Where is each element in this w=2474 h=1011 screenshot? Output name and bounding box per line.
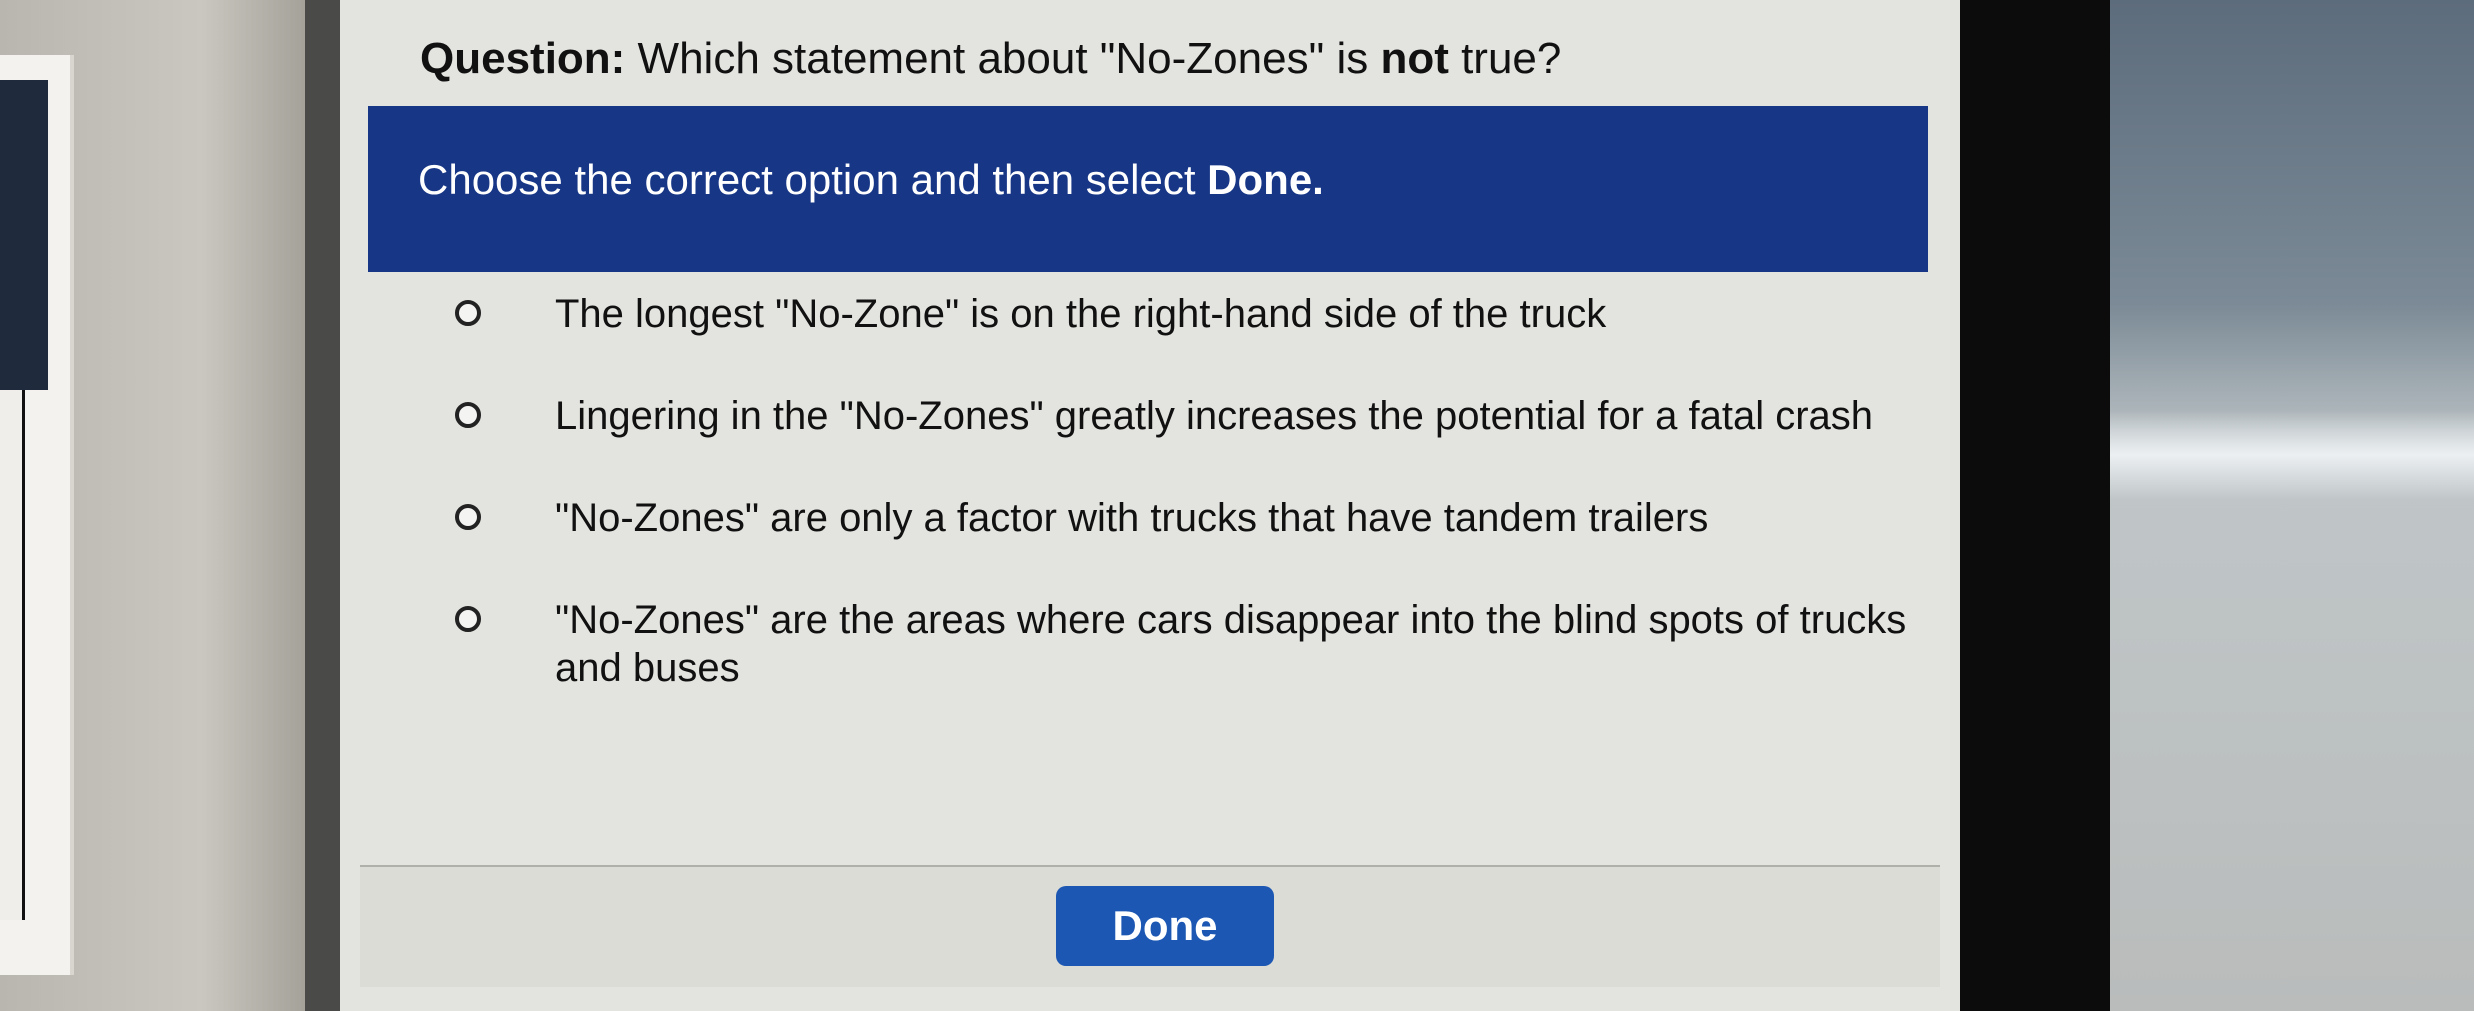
left-monitor-dark-area xyxy=(0,80,48,390)
instruction-body: Choose the correct option and then selec… xyxy=(418,156,1208,203)
monitor-left-edge xyxy=(305,0,340,1011)
question-emphasis: not xyxy=(1380,34,1449,83)
answer-option-4[interactable]: "No-Zones" are the areas where cars disa… xyxy=(455,596,1915,692)
question-text: Question: Which statement about "No-Zone… xyxy=(420,24,1920,94)
question-body-start: Which statement about "No-Zones" is xyxy=(625,34,1381,83)
answer-option-label: Lingering in the "No-Zones" greatly incr… xyxy=(555,394,1874,438)
answer-option-label: "No-Zones" are the areas where cars disa… xyxy=(555,598,1907,690)
done-button[interactable]: Done xyxy=(1056,886,1274,966)
answer-options: The longest "No-Zone" is on the right-ha… xyxy=(455,290,1915,746)
answer-option-1[interactable]: The longest "No-Zone" is on the right-ha… xyxy=(455,290,1915,338)
left-monitor-light-area xyxy=(0,390,25,920)
instruction-text: Choose the correct option and then selec… xyxy=(418,150,1324,210)
radio-button-icon[interactable] xyxy=(455,300,481,326)
radio-button-icon[interactable] xyxy=(455,504,481,530)
question-label: Question: xyxy=(420,34,626,83)
monitor-right-bezel xyxy=(1960,0,2110,1011)
background-window-glare xyxy=(2110,410,2474,500)
question-body-end: true? xyxy=(1448,34,1562,83)
answer-option-label: "No-Zones" are only a factor with trucks… xyxy=(555,496,1709,540)
quiz-screen: Question: Which statement about "No-Zone… xyxy=(340,0,1960,1011)
answer-option-label: The longest "No-Zone" is on the right-ha… xyxy=(555,292,1607,336)
radio-button-icon[interactable] xyxy=(455,402,481,428)
answer-option-2[interactable]: Lingering in the "No-Zones" greatly incr… xyxy=(455,392,1915,440)
answer-option-3[interactable]: "No-Zones" are only a factor with trucks… xyxy=(455,494,1915,542)
instruction-emphasis: Done. xyxy=(1207,156,1324,203)
radio-button-icon[interactable] xyxy=(455,606,481,632)
background-window xyxy=(2110,0,2474,1011)
